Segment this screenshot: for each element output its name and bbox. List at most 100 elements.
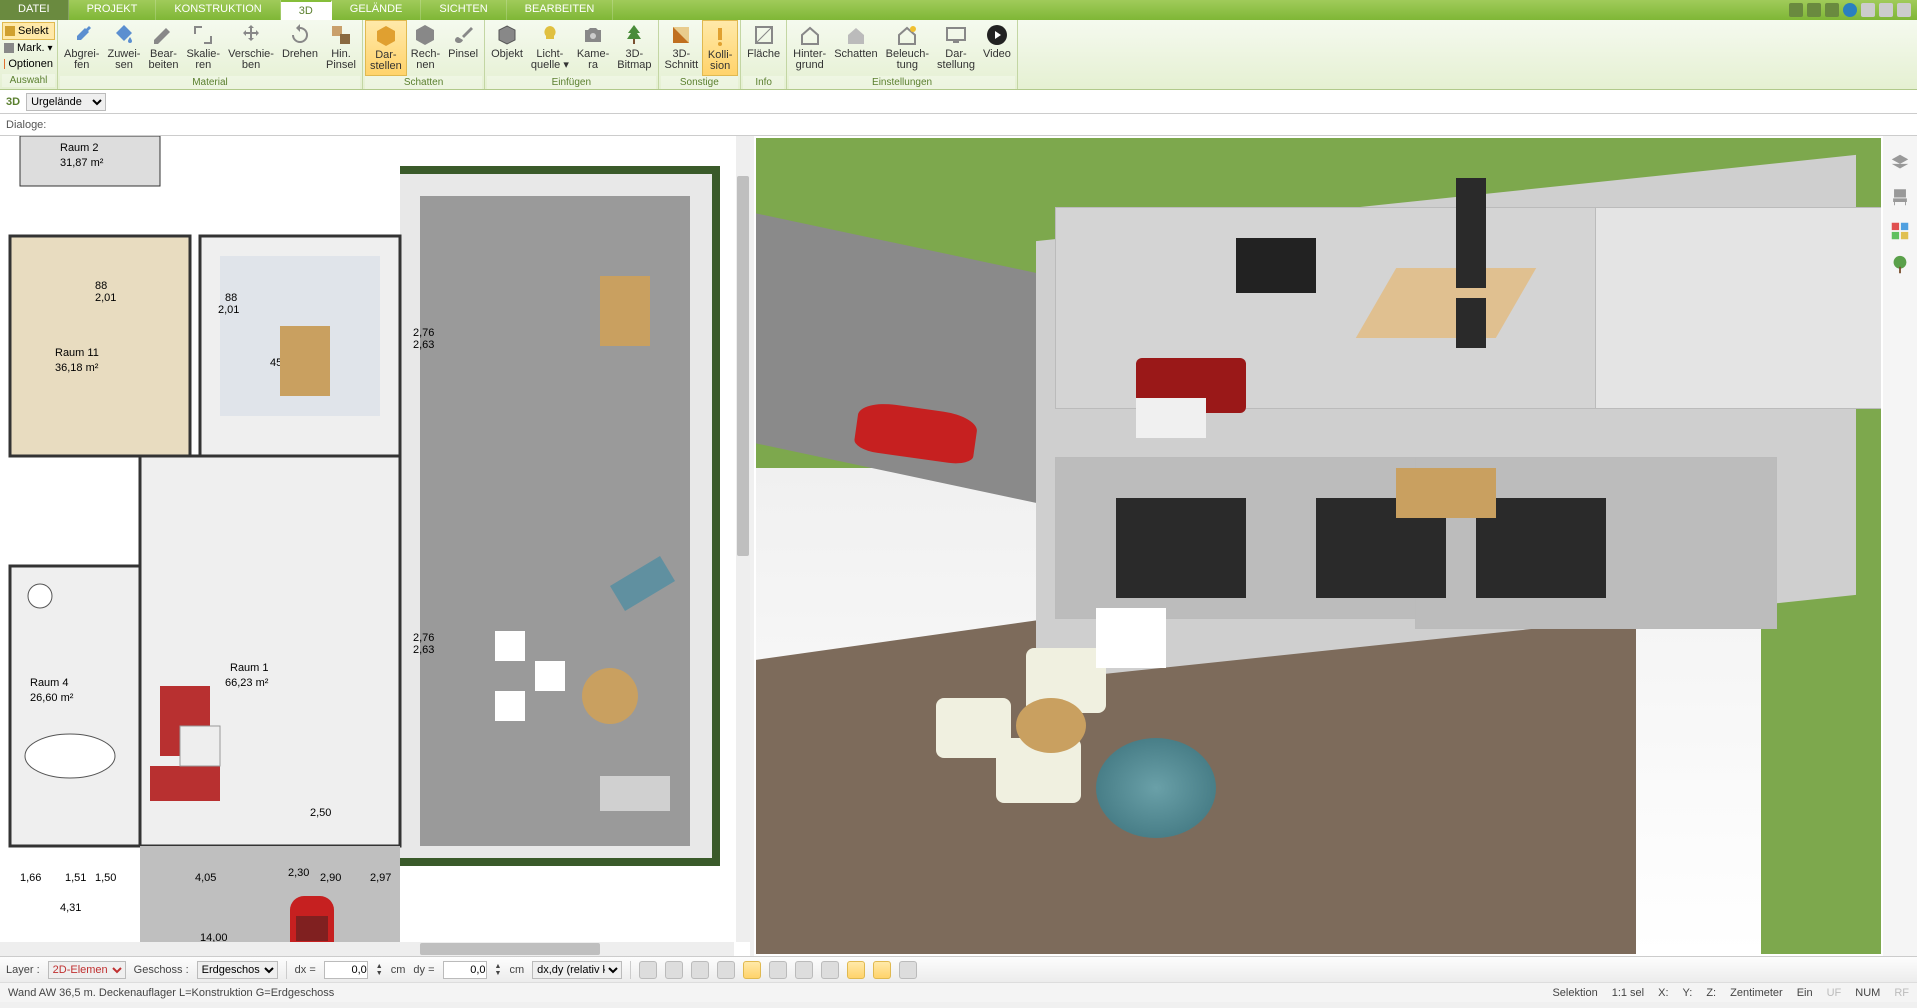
layers-icon[interactable] bbox=[1889, 152, 1911, 174]
pinsel-button[interactable]: Pinsel bbox=[444, 20, 482, 76]
mark-icon bbox=[4, 43, 14, 53]
optionen-button[interactable]: Optionen bbox=[2, 56, 55, 72]
menu-tab-konstruktion[interactable]: KONSTRUKTION bbox=[156, 0, 280, 20]
tool-x5-icon[interactable] bbox=[873, 961, 891, 979]
flaeche-button[interactable]: Fläche bbox=[743, 20, 784, 76]
ribbon-group-label: Material bbox=[60, 76, 360, 89]
menu-tab-projekt[interactable]: PROJEKT bbox=[69, 0, 157, 20]
floorplan[interactable]: Raum 2 31,87 m² Raum 11 36,18 m² Raum 3 … bbox=[0, 136, 750, 956]
svg-text:Raum 11: Raum 11 bbox=[55, 347, 99, 359]
ribbon-group-auswahl: Selekt Mark. ▾ Optionen Auswahl bbox=[0, 20, 58, 89]
tool-x2-icon[interactable] bbox=[795, 961, 813, 979]
bearbeiten-button[interactable]: Bear-beiten bbox=[144, 20, 182, 76]
dy-input[interactable] bbox=[443, 961, 487, 979]
status-y: Y: bbox=[1683, 987, 1693, 999]
hinpinsel-button[interactable]: Hin.Pinsel bbox=[322, 20, 360, 76]
schnitt-button[interactable]: 3D-Schnitt bbox=[661, 20, 703, 76]
horizontal-scrollbar[interactable] bbox=[0, 942, 734, 956]
hintergrund-button[interactable]: Hinter-grund bbox=[789, 20, 830, 76]
svg-text:4,31: 4,31 bbox=[60, 902, 81, 914]
menu-tab-bearbeiten[interactable]: BEARBEITEN bbox=[507, 0, 614, 20]
display-icon bbox=[943, 22, 969, 48]
vertical-scrollbar[interactable] bbox=[736, 136, 750, 942]
tree-icon bbox=[621, 22, 647, 48]
spinner-up-icon[interactable]: ▲ bbox=[495, 963, 502, 970]
darstellung-button[interactable]: Dar-stellung bbox=[933, 20, 979, 76]
tool-x3-icon[interactable] bbox=[821, 961, 839, 979]
tool-link-icon[interactable] bbox=[691, 961, 709, 979]
palette-icon[interactable] bbox=[1889, 220, 1911, 242]
tool-screen-icon[interactable] bbox=[665, 961, 683, 979]
tool-icon[interactable] bbox=[1807, 3, 1821, 17]
status-x: X: bbox=[1658, 987, 1668, 999]
tool-grid-icon[interactable] bbox=[717, 961, 735, 979]
video-button[interactable]: Video bbox=[979, 20, 1015, 76]
menu-tab-3d[interactable]: 3D bbox=[281, 0, 332, 20]
svg-text:26,60 m²: 26,60 m² bbox=[30, 692, 74, 704]
tool-clock-icon[interactable] bbox=[639, 961, 657, 979]
menu-tab-sichten[interactable]: SICHTEN bbox=[421, 0, 506, 20]
view-2d[interactable]: Raum 2 31,87 m² Raum 11 36,18 m² Raum 3 … bbox=[0, 136, 750, 956]
tool-icon[interactable] bbox=[1789, 3, 1803, 17]
close-icon[interactable] bbox=[1897, 3, 1911, 17]
ribbon-group-label: Einfügen bbox=[487, 76, 655, 89]
svg-text:88: 88 bbox=[225, 292, 237, 304]
ribbon-group-label: Sonstige bbox=[661, 76, 739, 89]
terrain-select[interactable]: Urgelände bbox=[26, 93, 106, 111]
abgreifen-button[interactable]: Abgrei-fen bbox=[60, 20, 103, 76]
mode-select[interactable]: dx,dy (relativ ka bbox=[532, 961, 622, 979]
beleuchtung-button[interactable]: Beleuch-tung bbox=[882, 20, 933, 76]
chair-icon[interactable] bbox=[1889, 186, 1911, 208]
mark-button[interactable]: Mark. ▾ bbox=[2, 40, 55, 56]
svg-text:2,63: 2,63 bbox=[413, 339, 434, 351]
tool-x6-icon[interactable] bbox=[899, 961, 917, 979]
zuweisen-button[interactable]: Zuwei-sen bbox=[103, 20, 144, 76]
tool-x4-icon[interactable] bbox=[847, 961, 865, 979]
dx-input[interactable] bbox=[324, 961, 368, 979]
spinner-down-icon[interactable]: ▼ bbox=[495, 970, 502, 977]
ribbon-group-einfuegen: Objekt Licht-quelle ▾ Kame-ra 3D-Bitmap … bbox=[485, 20, 658, 89]
svg-text:2,30: 2,30 bbox=[288, 867, 309, 879]
menu-tab-datei[interactable]: DATEI bbox=[0, 0, 69, 20]
menu-spacer bbox=[613, 0, 1783, 20]
minimize-icon[interactable] bbox=[1861, 3, 1875, 17]
svg-text:66,23 m²: 66,23 m² bbox=[225, 677, 269, 689]
objekt-button[interactable]: Objekt bbox=[487, 20, 527, 76]
play-icon bbox=[984, 22, 1010, 48]
status-bar: Wand AW 36,5 m. Deckenauflager L=Konstru… bbox=[0, 982, 1917, 1002]
bitmap-button[interactable]: 3D-Bitmap bbox=[613, 20, 655, 76]
darstellen-button[interactable]: Dar-stellen bbox=[365, 20, 407, 76]
tool-snap-icon[interactable] bbox=[743, 961, 761, 979]
maximize-icon[interactable] bbox=[1879, 3, 1893, 17]
spinner-down-icon[interactable]: ▼ bbox=[376, 970, 383, 977]
bucket-icon bbox=[111, 22, 137, 48]
skalieren-button[interactable]: Skalie-ren bbox=[182, 20, 224, 76]
kamera-button[interactable]: Kame-ra bbox=[573, 20, 613, 76]
selekt-button[interactable]: Selekt bbox=[2, 22, 55, 40]
svg-text:Raum 1: Raum 1 bbox=[230, 662, 269, 674]
kollision-button[interactable]: Kolli-sion bbox=[702, 20, 738, 76]
tool-x1-icon[interactable] bbox=[769, 961, 787, 979]
svg-text:2,01: 2,01 bbox=[218, 304, 239, 316]
eyedropper-icon bbox=[69, 22, 95, 48]
geschoss-select[interactable]: Erdgeschos bbox=[197, 961, 278, 979]
tree-icon[interactable] bbox=[1889, 254, 1911, 276]
menu-tab-gelaende[interactable]: GELÄNDE bbox=[332, 0, 422, 20]
rechnen-button[interactable]: Rech-nen bbox=[407, 20, 444, 76]
tool-icon[interactable] bbox=[1825, 3, 1839, 17]
layer-select[interactable]: 2D-Elemen bbox=[48, 961, 126, 979]
help-icon[interactable] bbox=[1843, 3, 1857, 17]
verschieben-button[interactable]: Verschie-ben bbox=[224, 20, 278, 76]
spinner-up-icon[interactable]: ▲ bbox=[376, 963, 383, 970]
svg-text:Raum 2: Raum 2 bbox=[60, 142, 99, 154]
view-3d[interactable] bbox=[754, 136, 1883, 956]
lichtquelle-button[interactable]: Licht-quelle ▾ bbox=[527, 20, 573, 76]
house-icon bbox=[797, 22, 823, 48]
ribbon-group-material: Abgrei-fen Zuwei-sen Bear-beiten Skalie-… bbox=[58, 20, 363, 89]
status-rf: RF bbox=[1894, 987, 1909, 999]
scene-3d[interactable] bbox=[756, 138, 1881, 954]
schatten-button[interactable]: Schatten bbox=[830, 20, 881, 76]
ribbon-group-label: Schatten bbox=[365, 76, 482, 89]
cube-icon bbox=[373, 23, 399, 49]
drehen-button[interactable]: Drehen bbox=[278, 20, 322, 76]
